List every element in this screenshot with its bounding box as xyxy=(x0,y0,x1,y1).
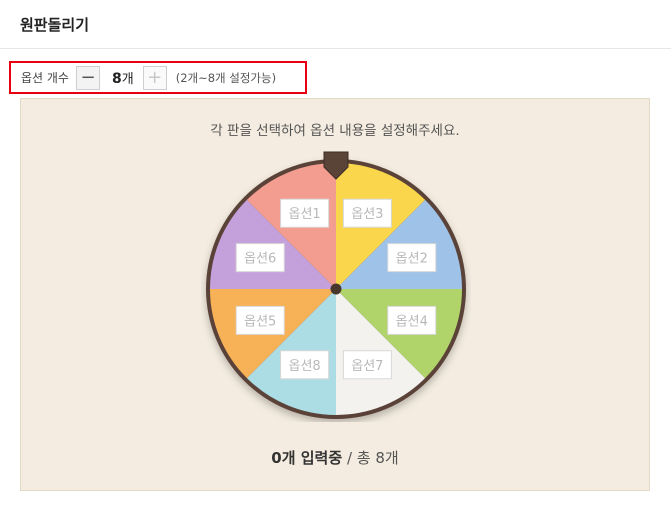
wheel-option-text: 옵션7 xyxy=(351,359,383,374)
wheel-option-text: 옵션3 xyxy=(351,207,383,222)
option-count-value: 8 xyxy=(111,71,122,87)
wheel-hub xyxy=(330,283,342,295)
wheel-option-text: 옵션4 xyxy=(396,314,428,329)
option-count-control: 옵션 개수 − 8개 + (2개~8개 설정가능) xyxy=(9,61,307,94)
option-total: 총 8개 xyxy=(356,449,399,467)
wheel-panel: 각 판을 선택하여 옵션 내용을 설정해주세요. 옵션3 옵션2 옵션4 옵션7 옵션8… xyxy=(20,98,650,491)
decrease-option-button[interactable]: − xyxy=(75,65,100,90)
input-count: 0개 입력중 xyxy=(271,449,343,467)
wheel-instruction: 각 판을 선택하여 옵션 내용을 설정해주세요. xyxy=(210,123,460,139)
wheel-option-label[interactable]: 옵션8 xyxy=(280,350,330,380)
status-separator: / xyxy=(342,449,357,467)
wheel-option-label[interactable]: 옵션4 xyxy=(387,305,437,335)
wheel-option-label[interactable]: 옵션6 xyxy=(235,243,285,273)
wheel-option-label[interactable]: 옵션5 xyxy=(235,305,285,335)
wheel-option-text: 옵션8 xyxy=(289,359,321,374)
page-title: 원판돌리기 xyxy=(20,16,90,34)
wheel-option-label[interactable]: 옵션7 xyxy=(342,350,392,380)
roulette-wheel: 옵션3 옵션2 옵션4 옵션7 옵션8 옵션5 옵션6 옵션1 xyxy=(206,151,466,419)
wheel-option-text: 옵션1 xyxy=(289,207,321,222)
increase-option-button[interactable]: + xyxy=(142,65,167,90)
input-status: 0개 입력중 / 총 8개 xyxy=(21,447,649,468)
wheel-option-text: 옵션2 xyxy=(396,252,428,267)
option-count-unit: 개 xyxy=(121,72,134,87)
option-count-label: 옵션 개수 xyxy=(21,71,69,85)
wheel-option-label[interactable]: 옵션2 xyxy=(387,243,437,273)
wheel-option-text: 옵션5 xyxy=(244,314,276,329)
wheel-option-text: 옵션6 xyxy=(244,252,276,267)
option-count-display: 8개 xyxy=(112,68,134,87)
header-divider xyxy=(0,48,671,49)
option-range-hint: (2개~8개 설정가능) xyxy=(175,70,277,85)
wheel-option-label[interactable]: 옵션1 xyxy=(280,198,330,228)
wheel-option-label[interactable]: 옵션3 xyxy=(342,198,392,228)
